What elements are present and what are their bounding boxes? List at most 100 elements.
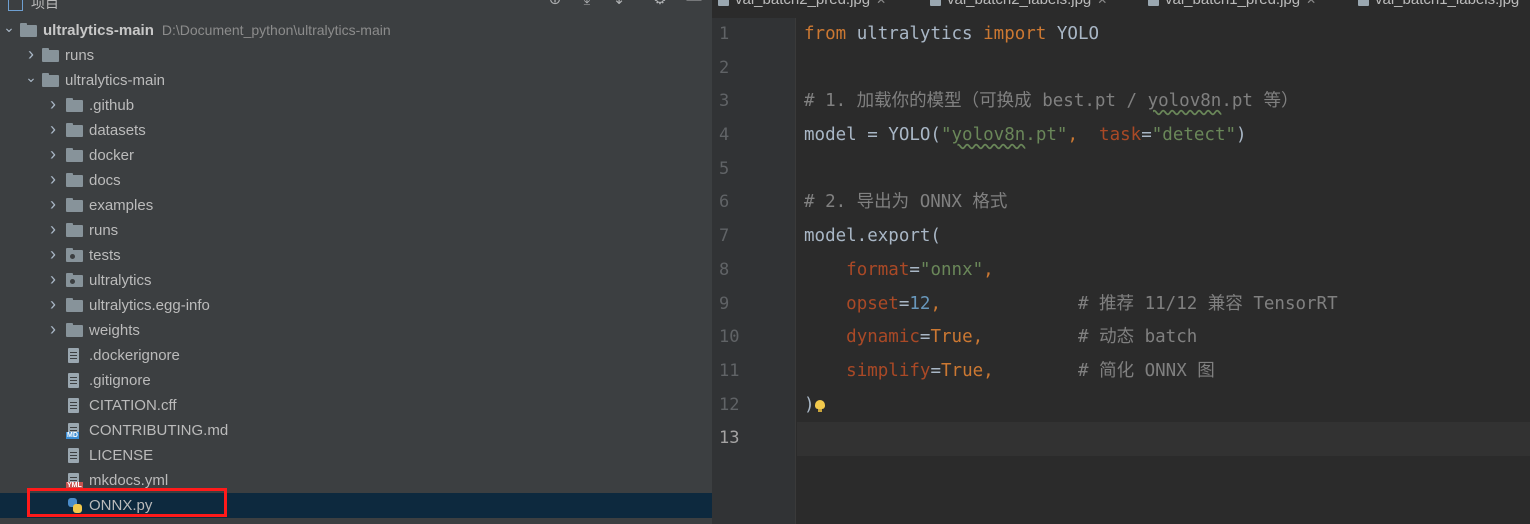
tree-row[interactable]: › docs <box>0 168 712 193</box>
code-token: , <box>983 360 994 381</box>
chevron-right-icon[interactable]: › <box>47 293 59 318</box>
chevron-right-icon[interactable]: › <box>47 268 59 293</box>
code-token: from <box>804 24 847 44</box>
code-token: , <box>972 327 984 348</box>
line-number: 1 <box>719 24 730 44</box>
tree-row[interactable]: › docker <box>0 143 712 168</box>
close-icon[interactable]: ✕ <box>1097 0 1107 7</box>
tree-row[interactable]: › weights <box>0 318 712 343</box>
tree-item-text: CONTRIBUTING.md <box>89 422 229 439</box>
code-line[interactable]: from ultralytics import YOLO <box>797 18 1530 52</box>
package-dot-icon <box>70 254 75 259</box>
tab-label: val_batch2_labels.jpg <box>947 0 1091 8</box>
globe-icon[interactable]: ⊕ <box>546 0 564 9</box>
tree-row[interactable]: › examples <box>0 193 712 218</box>
lightbulb-icon[interactable] <box>814 399 825 412</box>
chevron-right-icon[interactable]: › <box>47 168 59 193</box>
chevron-right-icon[interactable]: › <box>25 43 37 68</box>
tree-item-label: .dockerignore <box>89 343 180 368</box>
tree-item-text: runs <box>65 47 95 64</box>
chevron-right-icon[interactable]: › <box>47 93 59 118</box>
chevron-down-icon[interactable]: ⌄ <box>3 18 15 43</box>
close-icon[interactable]: ✕ <box>876 0 886 7</box>
tree-item-label: ultralytics-main D:\Document_python\ultra… <box>43 18 391 43</box>
code-line[interactable]: # 2. 导出为 ONNX 格式 <box>797 186 1530 220</box>
tab-label: val_batch1_labels.jpg <box>1375 0 1519 8</box>
tree-row[interactable]: LICENSE <box>0 443 712 468</box>
code-token: model = YOLO( <box>804 125 941 146</box>
code-line[interactable]: model = YOLO("yolov8n.pt", task="detect"… <box>797 119 1530 153</box>
project-tree: ⌄ ultralytics-main D:\Document_python\ultr… <box>0 18 712 518</box>
tab-val-batch2-pred[interactable]: val_batch2_pred.jpg ✕ <box>718 0 886 9</box>
text-file-icon <box>66 348 83 363</box>
code-editor[interactable]: from ultralytics import YOLO # 1. 加载你的模型（… <box>797 18 1530 524</box>
line-number-gutter[interactable]: 1 2 3 4 5 6 7 8 9 10 11 12 13 <box>712 18 796 524</box>
chevron-right-icon[interactable]: › <box>47 193 59 218</box>
tree-row[interactable]: › ultralytics.egg-info <box>0 293 712 318</box>
tree-item-text: ultralytics.egg-info <box>89 297 210 314</box>
line-number: 6 <box>719 192 730 213</box>
tree-item-text: mkdocs.yml <box>89 472 169 489</box>
tree-row[interactable]: › runs <box>0 218 712 243</box>
tree-row[interactable]: › datasets <box>0 118 712 143</box>
tab-val-batch2-labels[interactable]: val_batch2_labels.jpg ✕ <box>930 0 1107 9</box>
file-sheet <box>68 448 79 463</box>
code-token: # 简化 ONNX 图 <box>1078 360 1215 381</box>
tree-item-text: weights <box>89 322 140 339</box>
code-line[interactable]: simplify=True, # 简化 ONNX 图 <box>797 355 1530 389</box>
tree-row[interactable]: MD CONTRIBUTING.md <box>0 418 712 443</box>
tree-row[interactable]: .gitignore <box>0 368 712 393</box>
close-icon[interactable]: ✕ <box>1306 0 1316 7</box>
chevron-right-icon[interactable]: › <box>47 243 59 268</box>
tree-item-label: .gitignore <box>89 368 151 393</box>
code-token: # 动态 batch <box>1078 327 1198 348</box>
tree-row[interactable]: ⌄ ultralytics-main <box>0 68 712 93</box>
code-line[interactable]: model.export( <box>797 220 1530 254</box>
code-line[interactable]: format="onnx", <box>797 254 1530 288</box>
tree-row[interactable]: .dockerignore <box>0 343 712 368</box>
tree-row[interactable]: ⌄ ultralytics-main D:\Document_python\ultr… <box>0 18 712 43</box>
tree-item-label: CONTRIBUTING.md <box>89 418 228 443</box>
project-panel-title-wrap[interactable]: 项目 <box>8 0 59 13</box>
folder-icon <box>66 323 83 338</box>
tab-val-batch1-pred[interactable]: val_batch1_pred.jpg ✕ <box>1148 0 1316 9</box>
code-line[interactable] <box>797 422 1530 456</box>
tree-item-text: ultralytics <box>89 272 152 289</box>
folder-icon <box>66 123 83 138</box>
code-line[interactable]: opset=12, # 推荐 11/12 兼容 TensorRT <box>797 288 1530 322</box>
chevron-right-icon[interactable]: › <box>47 218 59 243</box>
chevron-right-icon[interactable]: › <box>47 318 59 343</box>
code-token: , <box>983 259 994 280</box>
code-token: simplify <box>846 360 931 381</box>
code-line[interactable]: # 1. 加载你的模型（可换成 best.pt / yolov8n.pt 等） <box>797 85 1530 119</box>
code-token: dynamic <box>846 327 920 348</box>
code-token: = <box>919 327 931 348</box>
tree-row[interactable]: › .github <box>0 93 712 118</box>
tree-row[interactable]: › runs <box>0 43 712 68</box>
tab-val-batch1-labels[interactable]: val_batch1_labels.jpg <box>1358 0 1519 9</box>
expand-all-icon[interactable]: ⇣ <box>610 0 628 9</box>
chevron-right-icon[interactable]: › <box>47 143 59 168</box>
tree-row[interactable]: › tests <box>0 243 712 268</box>
gear-icon[interactable]: ⚙ <box>651 0 669 9</box>
line-number: 9 <box>719 293 730 314</box>
tree-item-text: .github <box>89 97 135 114</box>
code-line[interactable]: dynamic=True, # 动态 batch <box>797 321 1530 355</box>
tree-row[interactable]: CITATION.cff <box>0 393 712 418</box>
collapse-all-icon[interactable]: ⤓ <box>578 0 596 9</box>
minimize-icon[interactable]: — <box>685 0 703 9</box>
chevron-down-icon[interactable]: ⌄ <box>25 68 37 93</box>
tree-row[interactable]: › ultralytics <box>0 268 712 293</box>
folder-icon <box>66 98 83 113</box>
text-file-icon <box>66 448 83 463</box>
code-line[interactable] <box>797 153 1530 187</box>
code-token: # 2. 导出为 ONNX 格式 <box>804 192 1008 213</box>
folder-icon <box>42 73 59 88</box>
code-line[interactable]: ) <box>797 389 1530 423</box>
code-line[interactable] <box>797 52 1530 86</box>
chevron-right-icon[interactable]: › <box>47 118 59 143</box>
